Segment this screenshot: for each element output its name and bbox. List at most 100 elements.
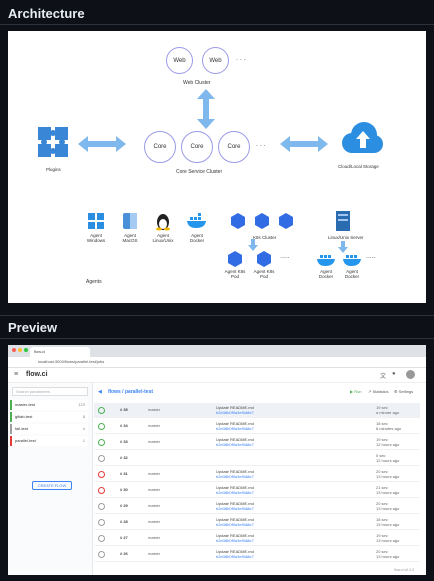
horizontal-arrow-icon — [280, 136, 328, 152]
flow-name: fail-test — [15, 426, 28, 431]
job-branch: master — [148, 407, 161, 412]
commit-sha: b2b38b0f9a3ef0d8e7 — [216, 474, 254, 479]
kubernetes-pod-icon — [228, 251, 242, 267]
agent-linux-label: Agent Linux/Unix — [152, 233, 174, 243]
window-controls — [12, 348, 28, 352]
k8s-pod-label: Agent K8s Pod — [253, 269, 275, 279]
web-node: Web — [202, 47, 229, 74]
run-label: Run — [354, 389, 362, 394]
settings-button[interactable]: ⚙ Settings — [394, 389, 413, 394]
table-row[interactable]: # 34 master Update README.md b2b38b0f9a3ef0… — [94, 419, 420, 434]
job-branch: master — [148, 551, 161, 556]
back-icon[interactable]: ◀ — [98, 389, 102, 395]
job-number: # 26 — [120, 551, 128, 556]
url-text: localhost:3000/flows/parallel-test/jobs — [38, 359, 105, 364]
status-icon — [98, 423, 105, 430]
job-branch: master — [148, 471, 161, 476]
commit-sha: b2b38b0f9a3ef0d8e7 — [216, 554, 254, 559]
job-number: # 27 — [120, 535, 128, 540]
translate-icon[interactable]: 文 — [380, 371, 386, 380]
divider — [0, 315, 434, 316]
server-icon — [336, 211, 350, 231]
status-icon — [98, 503, 105, 510]
browser-tab[interactable]: flow.ci — [30, 347, 90, 357]
sidebar-item-flow[interactable]: master-test 123 — [10, 400, 88, 410]
status-icon — [98, 471, 105, 478]
breadcrumb[interactable]: flows / parallel-test — [108, 389, 153, 395]
job-number: # 30 — [120, 487, 128, 492]
maximize-dot-icon[interactable] — [24, 348, 28, 352]
minimize-dot-icon[interactable] — [18, 348, 22, 352]
job-number: # 32 — [120, 455, 128, 460]
table-row[interactable]: # 32 0 sec 12 hours ago — [94, 451, 420, 466]
statistics-label: Statistics — [372, 389, 389, 394]
ellipsis: . . . — [256, 141, 266, 148]
flow-count: 123 — [78, 402, 85, 407]
avatar[interactable] — [406, 370, 415, 379]
agent-docker-label: Agent Docker — [189, 233, 205, 243]
architecture-diagram: Web Web . . . Web Cluster Core Core Core… — [8, 31, 426, 303]
job-number: # 29 — [120, 503, 128, 508]
status-icon — [98, 487, 105, 494]
job-number: # 31 — [120, 471, 128, 476]
app-preview-screenshot: flow.ci localhost:3000/flows/parallel-te… — [8, 345, 426, 575]
finder-icon — [123, 213, 137, 229]
job-time-ago: 13 hours ago — [376, 522, 400, 527]
commit-sha: b2b38b0f9a3ef0d8e7 — [216, 442, 254, 447]
statistics-button[interactable]: ↗ Statistics — [368, 389, 388, 394]
close-dot-icon[interactable] — [12, 348, 16, 352]
job-time-ago: 13 hours ago — [376, 554, 400, 559]
table-row[interactable]: # 28 master Update README.md b2b38b0f9a3ef0… — [94, 515, 420, 530]
job-time-ago: 13 hours ago — [376, 474, 400, 479]
job-branch: master — [148, 439, 161, 444]
job-time-ago: 13 hours ago — [376, 490, 400, 495]
create-flow-button[interactable]: CREATE FLOW — [32, 481, 72, 490]
address-bar[interactable]: localhost:3000/flows/parallel-test/jobs — [8, 357, 426, 368]
status-icon — [98, 407, 105, 414]
table-row[interactable]: # 31 master Update README.md b2b38b0f9a3ef0… — [94, 467, 420, 482]
search-input[interactable]: Search parameters — [12, 387, 88, 396]
docker-icon — [317, 255, 335, 266]
status-icon — [98, 455, 105, 462]
flow-sidebar: Search parameters master-test 123 gitlab-t… — [8, 383, 93, 575]
job-time-ago: 12 hours ago — [376, 442, 400, 447]
table-row[interactable]: # 35 master Update README.md b2b38b0f9a3ef0… — [94, 403, 420, 418]
sidebar-item-flow[interactable]: gitlab-test 8 — [10, 412, 88, 422]
sidebar-item-flow[interactable]: fail-test 4 — [10, 424, 88, 434]
menu-icon[interactable]: ≡ — [14, 371, 18, 378]
ellipsis: ..... — [366, 253, 376, 260]
table-row[interactable]: # 30 master Update README.md b2b38b0f9a3ef0… — [94, 483, 420, 498]
job-time-ago: 13 hours ago — [376, 538, 400, 543]
status-icon — [98, 519, 105, 526]
web-node: Web — [166, 47, 193, 74]
core-cluster-label: Core Service Cluster — [176, 169, 223, 175]
commit-sha: b2b38b0f9a3ef0d8e7 — [216, 410, 254, 415]
sidebar-item-flow[interactable]: parallel-test 1 — [10, 436, 88, 446]
cloud-upload-icon — [342, 122, 383, 153]
flow-count: 4 — [82, 426, 85, 431]
puzzle-icon — [38, 127, 68, 157]
divider — [0, 24, 434, 25]
docker-icon — [187, 213, 206, 228]
k8s-pod-label: Agent K8s Pod — [224, 269, 246, 279]
flow-name: gitlab-test — [15, 414, 33, 419]
notification-icon[interactable]: ● — [392, 371, 396, 377]
flow-count: 8 — [82, 414, 85, 419]
core-node: Core — [144, 131, 176, 163]
preview-heading: Preview — [8, 320, 58, 335]
architecture-heading: Architecture — [8, 6, 85, 21]
table-row[interactable]: # 27 master Update README.md b2b38b0f9a3ef0… — [94, 531, 420, 546]
core-node: Core — [181, 131, 213, 163]
commit-sha: b2b38b0f9a3ef0d8e7 — [216, 522, 254, 527]
job-number: # 34 — [120, 423, 128, 428]
linux-server-label: Linux/Unix Server — [328, 235, 364, 240]
table-row[interactable]: # 29 master Update README.md b2b38b0f9a3ef0… — [94, 499, 420, 514]
job-time-ago: 12 hours ago — [376, 458, 400, 463]
linux-icon — [156, 214, 170, 231]
run-button[interactable]: ▶ Run — [350, 389, 362, 394]
table-row[interactable]: # 26 master Update README.md b2b38b0f9a3ef0… — [94, 547, 420, 562]
vertical-arrow-icon — [197, 89, 215, 129]
table-row[interactable]: # 33 master Update README.md b2b38b0f9a3ef0… — [94, 435, 420, 450]
job-time-ago: 8 minutes ago — [376, 426, 402, 431]
app-logo[interactable]: flow.ci — [26, 371, 48, 378]
